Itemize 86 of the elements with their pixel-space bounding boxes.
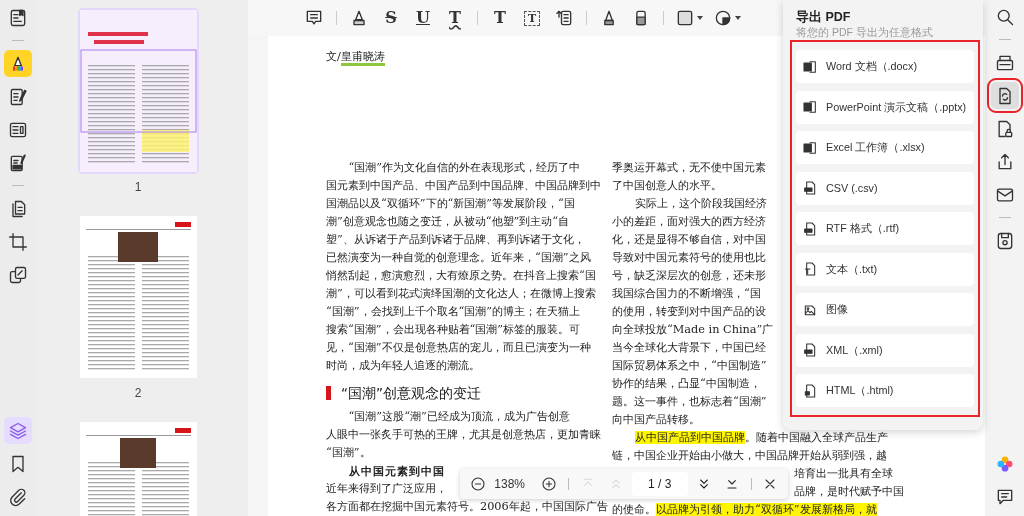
export-format-button[interactable]: Excel 工作簿（.xlsx) [796,131,974,164]
paperclip-icon [8,486,28,507]
export-format-button[interactable]: CSV (.csv) [796,171,974,205]
word-file-icon [802,58,818,75]
callout-icon [554,8,574,28]
export-format-button[interactable]: PowerPoint 演示文稿（.pptx) [796,90,974,124]
export-format-button[interactable]: Word 文档（.docx) [796,50,974,83]
paragraph-line: “国潮”，会找到上千个取名“国潮”的博主；在天猫上 [326,304,581,320]
paragraph-line: 品牌，是时代赋予中国 [794,484,904,500]
paragraph-line: 向中国产品转移。 [612,412,700,428]
panel-subtitle: 将您的 PDF 导出为任意格式 [796,26,934,38]
squiggly-tool-button[interactable]: T [441,4,469,32]
pie-icon [713,8,733,28]
paragraph-line: 近年来得到了广泛应用， [326,481,447,497]
paragraph-line: 国潮品以及“双循环”下的“新国潮”等发展阶段，“国 [326,196,575,212]
paragraph-line: 题。这一事件，也标志着“国潮” [612,394,767,410]
export-format-button[interactable]: 图像 [796,293,974,326]
slides-file-icon [802,99,818,115]
export-format-button[interactable]: HTML（.html) [796,374,974,407]
paragraph-line: 国元素到中国产品、中国产品到中国品牌、中国品牌到中 [326,178,601,194]
author-byline: 文/皇甫晓涛 [326,48,385,66]
caret-icon [697,16,703,20]
paragraph-line: 见，“国潮”不仅是创意热店的宠儿，而且已演变为一种 [326,340,591,356]
paragraph-line: 搜索“国潮”，会出现各种贴着“国潮”标签的服装。可 [326,322,581,338]
paragraph-line: 悄然刮起，愈演愈烈，大有燎原之势。在抖音上搜索“国 [326,268,596,284]
square-icon [675,8,695,28]
paragraph-line: 潮”，可以看到花式演绎国潮的文化达人；在微博上搜索 [326,286,596,302]
overlap-squares-icon [8,264,28,285]
panel-title: 导出 PDF [796,9,852,26]
paragraph-line: 向全球投放“Made in China”广 [612,322,774,338]
paragraph-line: 国际贸易体系之中，“中国制造” [612,358,767,374]
crop-icon [8,231,28,252]
paragraph-line: 时尚，成为年轻人追逐的潮流。 [326,358,480,374]
paragraph-line: 已然演变为一种自觉的创意理念。近年来，“国潮”之风 [326,250,591,266]
layers-icon [8,420,28,441]
highlighter-button[interactable] [4,50,32,77]
paragraph-line: 了中国创意人的水平。 [612,178,722,194]
code-file-icon [802,342,818,358]
signature-icon [8,152,28,173]
paragraph-line: 各方面都在挖掘中国元素符号。2006年起，中国国际广告 [326,499,608,515]
paragraph-line: 协作的结果，凸显“中国制造， [612,376,761,392]
export-format-button[interactable]: XML（.xml) [796,333,974,367]
sheet-file-icon [802,139,818,156]
paragraph-line: 实际上，这个阶段我国经济 [633,196,767,212]
paragraph-line: “国潮”作为文化自信的外在表现形式，经历了中 [347,160,581,176]
file-icon [802,180,818,196]
caret-icon [735,16,741,20]
minus-circle-icon [470,476,486,492]
paragraph-line: 的使命。以品牌为引领，助力“双循环”发展新格局，就 [612,502,877,516]
text-tool-button[interactable]: T [486,4,514,32]
paragraph-line: 化，还是显得不够自信，对中国 [612,232,766,248]
paragraph-line: 培育出一批具有全球 [794,466,893,482]
paragraph-line: 的使用，转变到对中国产品的设 [612,304,766,320]
paragraph-line: “国潮”这股“潮”已经成为顶流，成为广告创意 [347,409,570,425]
web-file-icon [802,382,818,399]
zoom-dropdown[interactable]: 138% [494,472,534,496]
file-icon [802,220,818,237]
paragraph-line: 季奥运开幕式，无不使中国元素 [612,160,766,176]
paragraph-line: 潮”创意观念也随之变迁，从被动“他塑”到主动“自 [326,214,570,230]
document-pen-icon [8,86,28,107]
page-number-field[interactable]: 1 / 3 [631,472,688,496]
underline-tool-button[interactable]: U [409,4,437,32]
paragraph-line: 人眼中一张炙手可热的王牌，尤其是创意热店，更加青睐 [326,427,601,443]
paragraph-line: 链，中国企业开始由小做大，中国品牌开始从弱到强，越 [612,448,887,464]
page-number: 2 [134,385,142,402]
paragraph-line: 导致对中国元素符号的使用也比 [612,250,766,266]
export-format-button[interactable]: 文本（.txt) [796,252,974,286]
page-thumbnail[interactable] [79,216,197,378]
paragraph-line: 号，缺乏深层次的创意，还未形 [612,268,766,284]
paragraph-line: 从中国元素到中国 [347,463,445,480]
plus-circle-icon [541,476,558,492]
paragraph-line: 当今全球化大背景下，中国已经 [612,340,766,356]
paragraph-line: “国潮”。 [326,445,371,461]
paragraph-line: 小的差距，面对强大的西方经济 [612,214,766,230]
paragraph-line: 塑”、从诉诸于产品到诉诸于品牌、再到诉诸于文化， [326,232,585,248]
strikethrough-tool-button[interactable]: S [377,4,405,32]
page-thumbnail[interactable] [79,10,197,172]
export-format-button[interactable]: RTF 格式（.rtf) [796,212,974,245]
textbox-tool-button[interactable]: T [518,4,546,32]
paragraph-line: 我国综合国力的不断增强，“国 [612,286,761,302]
section-heading: “国潮”创意观念的变迁 [341,384,481,403]
text-file-icon [802,261,818,277]
page-number: 1 [134,179,142,196]
reader-icon [8,7,28,28]
heading-marker [326,386,331,400]
layers-button[interactable] [4,417,32,444]
